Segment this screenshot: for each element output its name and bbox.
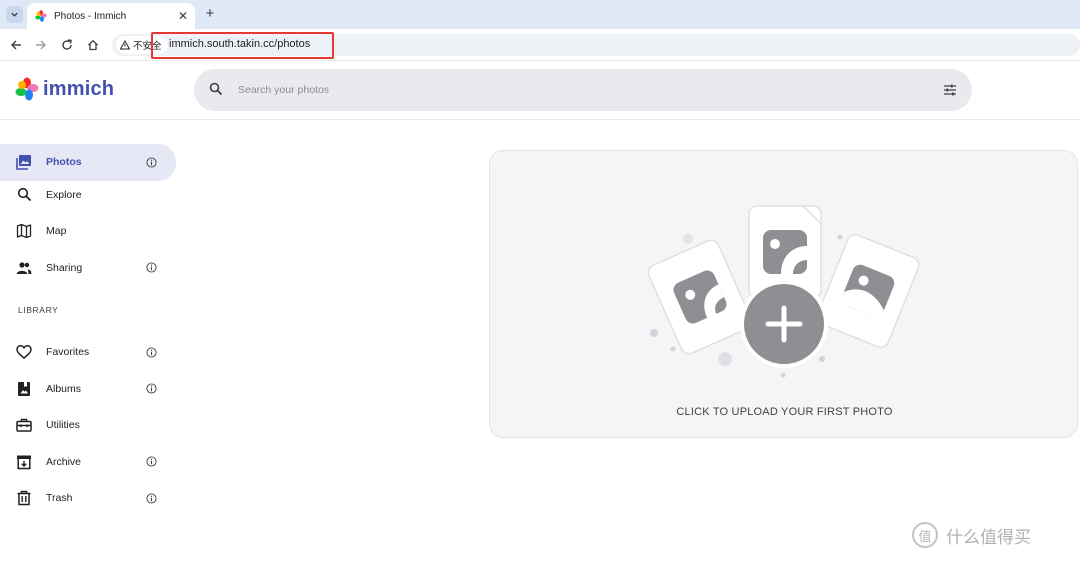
tune-icon[interactable] [943, 83, 957, 97]
info-icon[interactable] [146, 456, 157, 467]
upload-illustration [647, 205, 920, 378]
home-icon [88, 39, 98, 51]
arrow-left-icon [11, 40, 21, 50]
search-input[interactable] [238, 81, 918, 99]
sidebar-item-sharing[interactable]: Sharing [0, 250, 185, 287]
sidebar-item-explore[interactable]: Explore [0, 177, 185, 214]
library-section-label: LIBRARY [18, 305, 59, 315]
close-tab-icon[interactable]: ✕ [177, 9, 189, 23]
sidebar-item-label: Map [46, 225, 67, 238]
trash-icon [16, 490, 32, 506]
toolbox-icon [16, 417, 32, 433]
album-icon [16, 381, 32, 397]
info-icon[interactable] [146, 493, 157, 504]
home-button[interactable] [85, 37, 101, 53]
sidebar-item-utilities[interactable]: Utilities [0, 407, 185, 444]
magnify-icon [16, 187, 32, 203]
watermark: 值 什么值得买 [912, 522, 1031, 548]
sidebar-item-label: Utilities [46, 419, 80, 432]
forward-button[interactable] [33, 37, 49, 53]
sidebar-item-albums[interactable]: Albums [0, 371, 185, 408]
sidebar-item-label: Favorites [46, 346, 90, 359]
sidebar-item-archive[interactable]: Archive [0, 444, 185, 481]
info-icon[interactable] [146, 347, 157, 358]
browser-tab-photos[interactable]: Photos - Immich ✕ [27, 3, 195, 29]
sidebar-item-label: Sharing [46, 261, 83, 274]
sidebar-item-favorites[interactable]: Favorites [0, 334, 185, 371]
immich-logo[interactable]: immich [15, 77, 114, 101]
new-tab-button[interactable]: + [202, 5, 218, 23]
photos-icon [16, 154, 32, 171]
logo-text: immich [43, 77, 115, 100]
back-button[interactable] [8, 37, 24, 53]
sidebar-item-label: Albums [46, 382, 82, 395]
sidebar-item-label: Trash [46, 492, 73, 505]
url-highlight-annotation [151, 32, 334, 59]
info-icon[interactable] [146, 262, 157, 273]
sidebar-item-label: Photos [46, 156, 82, 169]
sidebar-item-map[interactable]: Map [0, 213, 185, 250]
sidebar-item-photos[interactable]: Photos [0, 144, 176, 181]
archive-icon [16, 454, 32, 470]
reload-icon [62, 39, 72, 50]
search-bar[interactable] [194, 69, 972, 111]
sidebar: Photos Explore Map Sharing LIBRARY Favor… [0, 140, 185, 517]
arrow-right-icon [36, 40, 46, 50]
sidebar-item-label: Archive [46, 455, 82, 468]
warning-triangle-icon [120, 40, 130, 50]
info-icon[interactable] [146, 383, 157, 394]
people-icon [16, 260, 32, 276]
search-icon [209, 82, 223, 96]
heart-icon [16, 344, 32, 360]
sidebar-item-label: Explore [46, 188, 82, 201]
tab-search-button[interactable] [6, 6, 23, 23]
immich-favicon-icon [35, 10, 47, 22]
immich-logo-icon [15, 77, 39, 101]
info-icon[interactable] [146, 157, 157, 168]
watermark-badge: 值 [912, 522, 938, 548]
map-icon [16, 223, 32, 239]
upload-caption: CLICK TO UPLOAD YOUR FIRST PHOTO [676, 406, 893, 418]
tab-title: Photos - Immich [54, 10, 127, 22]
app-header: immich [0, 62, 1080, 120]
sidebar-item-trash[interactable]: Trash [0, 480, 185, 517]
upload-dropzone[interactable]: CLICK TO UPLOAD YOUR FIRST PHOTO [489, 150, 1078, 438]
reload-button[interactable] [59, 37, 75, 53]
browser-tab-bar: Photos - Immich ✕ + [0, 0, 1080, 29]
chevron-down-icon [11, 12, 18, 17]
watermark-text: 什么值得买 [946, 527, 1031, 547]
